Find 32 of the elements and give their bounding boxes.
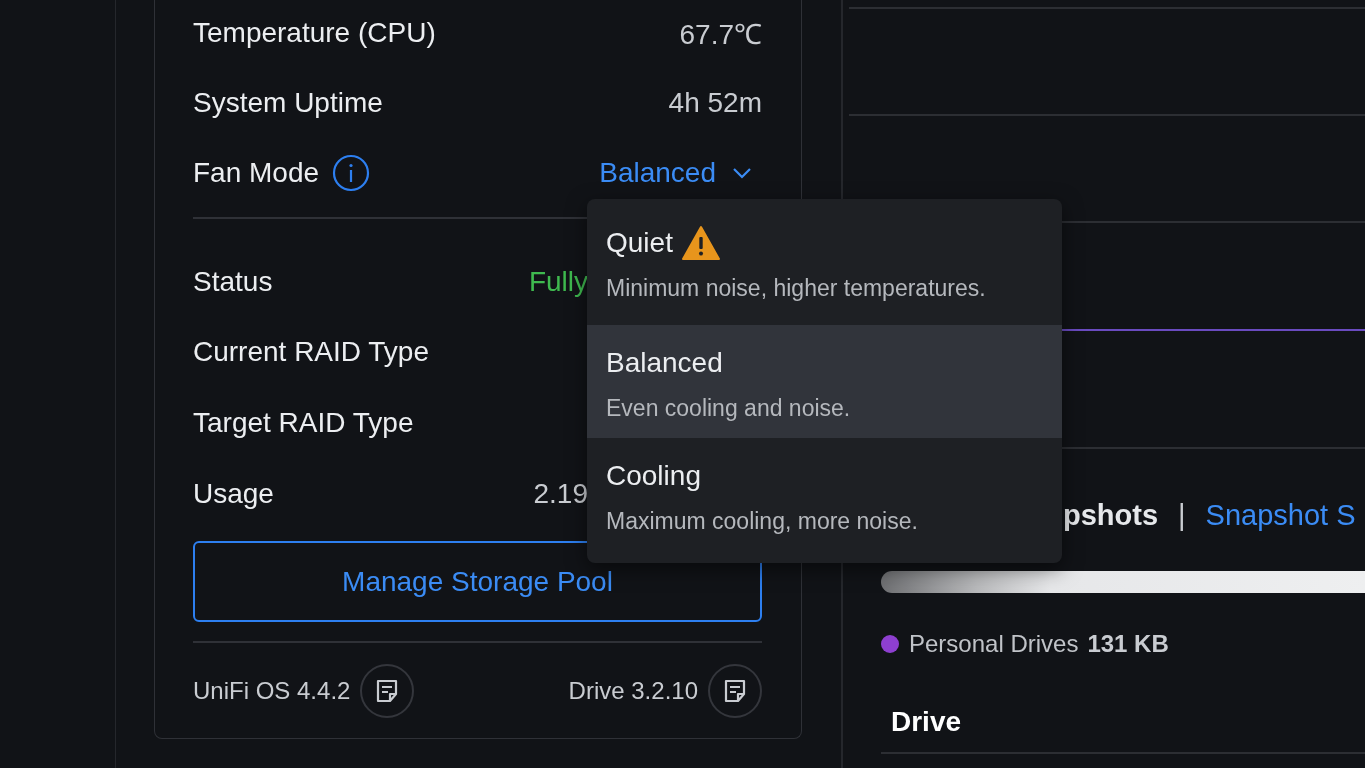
usage-value: 2.19 bbox=[533, 478, 588, 510]
status-value: Fully bbox=[528, 266, 588, 298]
pool-label: Usage bbox=[193, 478, 274, 510]
version-label: UniFi OS 4.4.2 bbox=[193, 677, 351, 705]
pool-label: Current RAID Type bbox=[193, 336, 430, 368]
fan-mode-option[interactable]: Quiet Minimum noise, higher temperatures. bbox=[587, 199, 1062, 325]
fan-mode-option[interactable]: Balanced Even cooling and noise. bbox=[587, 325, 1062, 438]
fan-mode-dropdown[interactable]: Balanced bbox=[599, 157, 752, 189]
snapshots-tab[interactable]: pshots bbox=[1063, 498, 1159, 532]
legend-value: 131 KB bbox=[1087, 630, 1169, 658]
option-title: Balanced bbox=[606, 347, 723, 379]
info-icon[interactable] bbox=[332, 154, 371, 192]
legend-label: Personal Drives bbox=[909, 630, 1079, 658]
chevron-icon bbox=[732, 167, 752, 179]
option-description: Minimum noise, higher temperatures. bbox=[606, 275, 987, 302]
release-notes-button[interactable] bbox=[360, 664, 415, 718]
option-description: Maximum cooling, more noise. bbox=[606, 508, 919, 535]
snapshot-link[interactable]: Snapshot S bbox=[1205, 498, 1356, 532]
option-title: Quiet bbox=[606, 227, 673, 259]
stat-value: 67.7℃ bbox=[679, 18, 762, 52]
stat-label: System Uptime bbox=[193, 87, 383, 119]
pool-label: Target RAID Type bbox=[193, 407, 414, 439]
pool-label: Status bbox=[193, 266, 273, 298]
version-label: Drive 3.2.10 bbox=[568, 677, 698, 705]
option-description: Even cooling and noise. bbox=[606, 395, 852, 422]
fan-mode-label: Fan Mode bbox=[193, 157, 320, 189]
release-notes-button[interactable] bbox=[708, 664, 762, 718]
option-title: Cooling bbox=[606, 460, 701, 492]
stat-value: 4h 52m bbox=[668, 87, 762, 119]
tab-separator: | bbox=[1178, 498, 1186, 532]
section-title: Drive bbox=[891, 705, 963, 739]
stat-label: Temperature (CPU) bbox=[193, 17, 436, 49]
